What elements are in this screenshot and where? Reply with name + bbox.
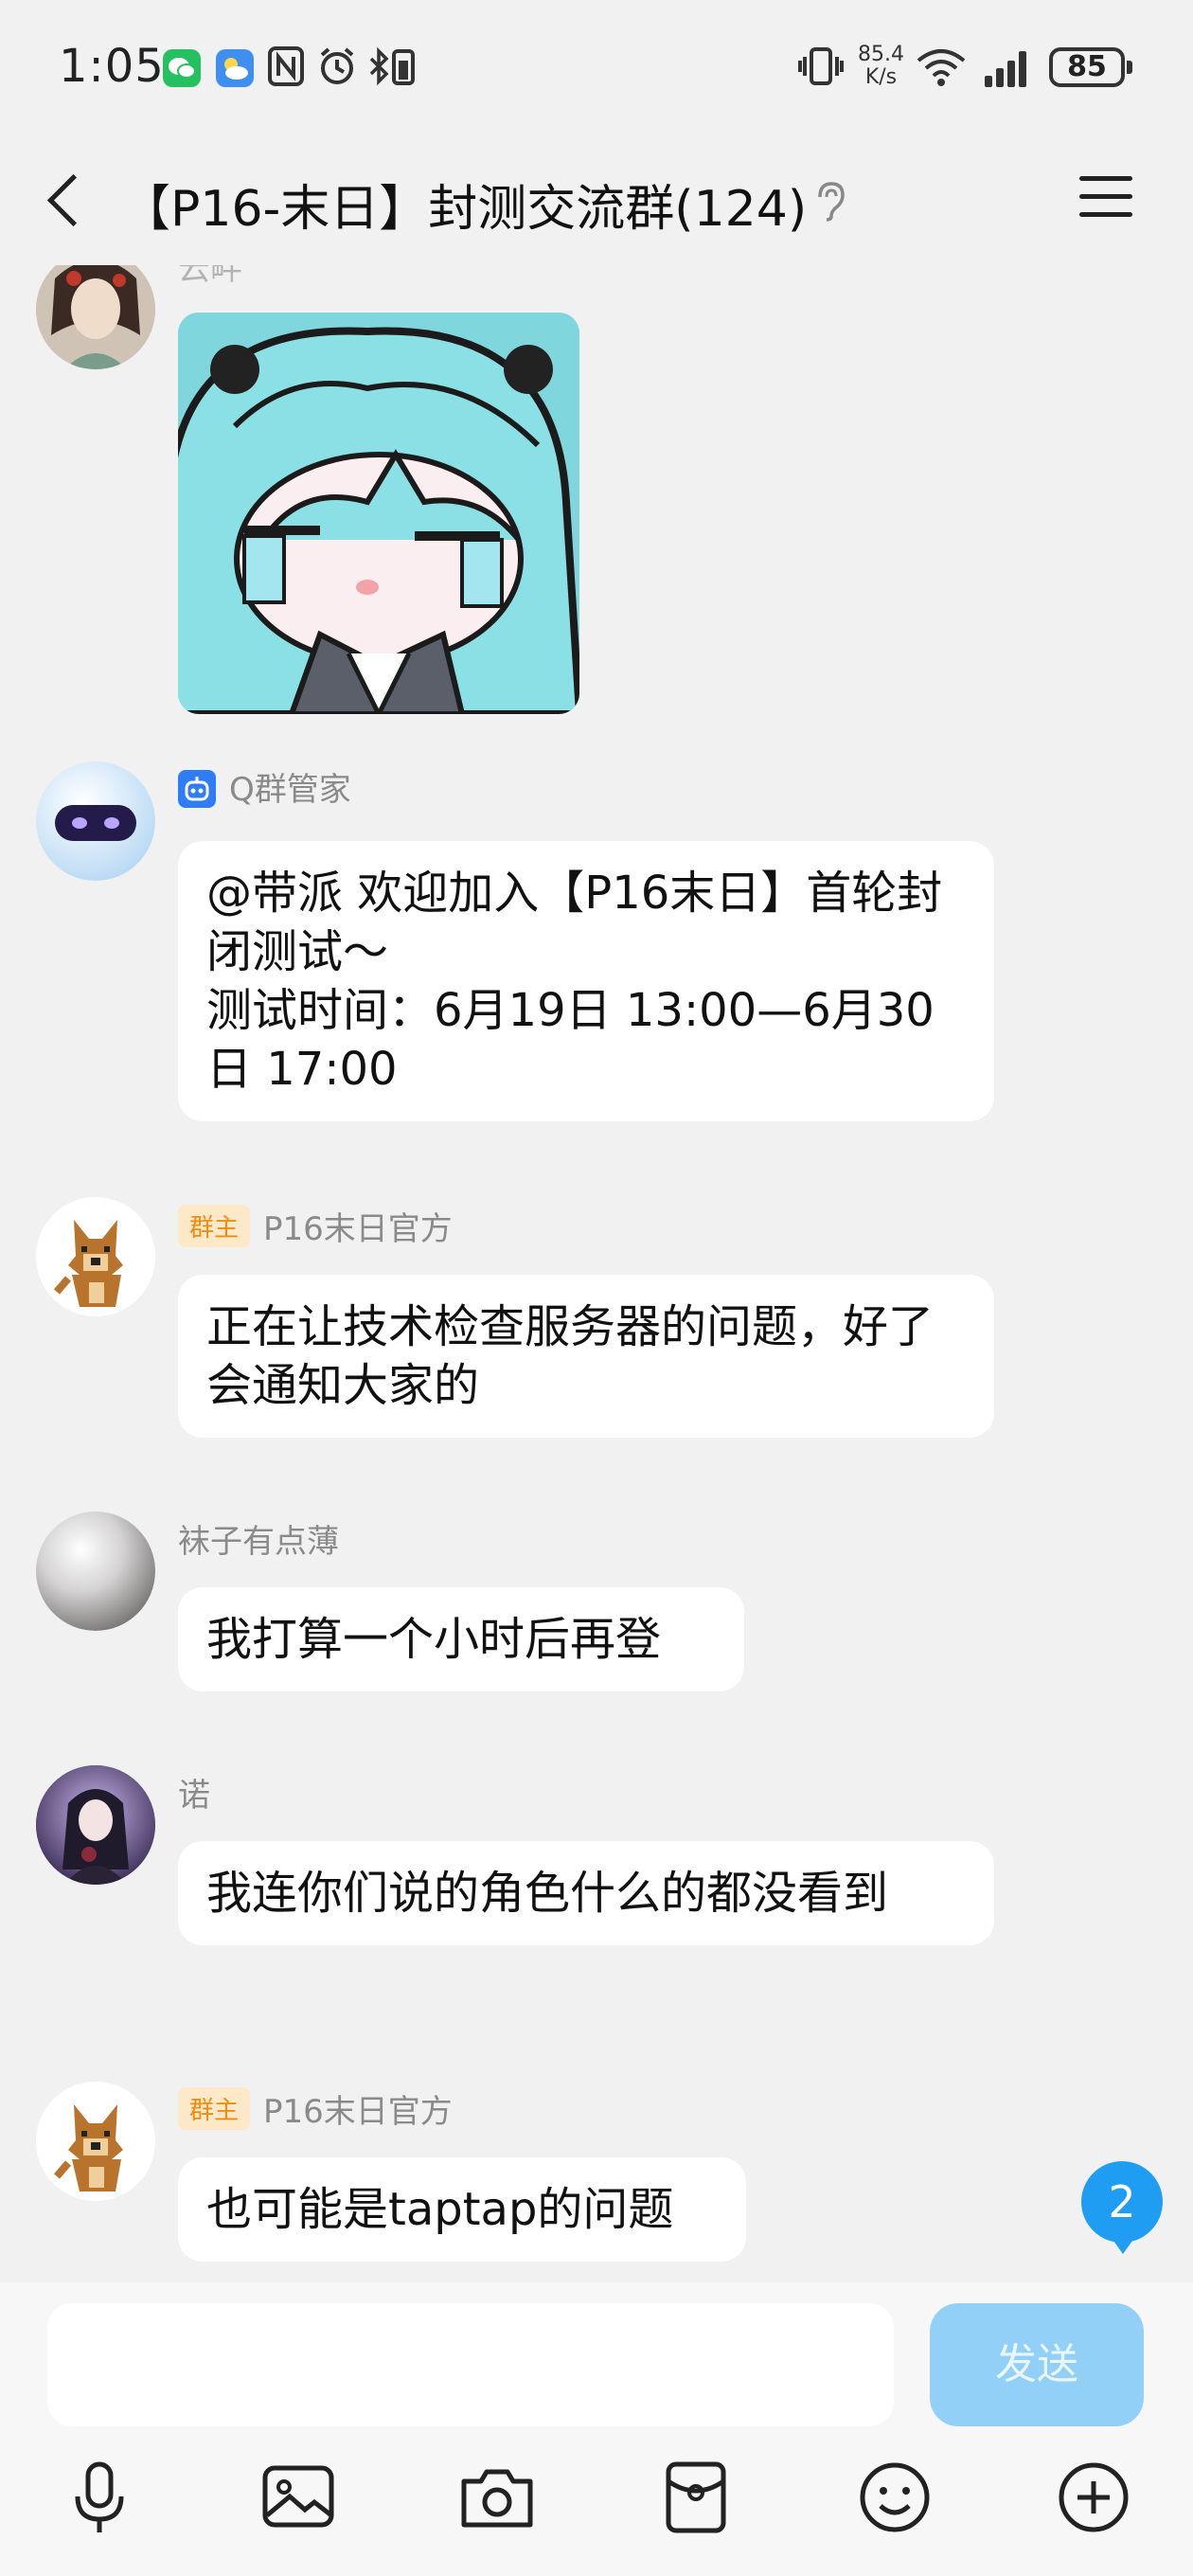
bluetooth-battery-icon — [367, 45, 424, 98]
wechat-notification-icon — [163, 49, 201, 87]
battery-indicator: 85 — [1049, 47, 1132, 87]
sender-name: 云畔 — [178, 265, 242, 288]
composer: 发送 — [0, 2282, 1193, 2576]
sticker-image[interactable] — [178, 313, 579, 714]
message-bubble[interactable]: 也可能是taptap的问题 — [178, 2157, 746, 2262]
sender-name: Q群管家 — [229, 771, 351, 809]
signal-icon — [985, 49, 1034, 87]
ear-mode-icon — [814, 180, 846, 222]
sender-line: 群主 P16末日官方 — [178, 1203, 453, 1249]
avatar[interactable] — [36, 2082, 155, 2201]
vibrate-icon — [797, 45, 845, 98]
message-bubble[interactable]: @带派 欢迎加入【P16末日】首轮封闭测试～ 测试时间：6月19日 13:00—… — [178, 841, 994, 1121]
sender-name: P16末日官方 — [263, 1210, 453, 1248]
owner-tag: 群主 — [178, 1205, 251, 1247]
weather-notification-icon — [216, 49, 254, 87]
microphone-icon[interactable] — [57, 2455, 142, 2540]
camera-icon[interactable] — [454, 2455, 540, 2540]
plus-icon[interactable] — [1051, 2455, 1136, 2540]
group-title[interactable]: 【P16-末日】封测交流群(124) — [121, 169, 807, 240]
avatar[interactable] — [36, 1765, 155, 1885]
sender-name: 袜子有点薄 — [178, 1523, 339, 1561]
status-time: 1:05 — [59, 40, 165, 93]
message-list[interactable]: 云畔 Q群管家 @带派 欢迎加入【P16末日】首轮封闭测试～ 测试时间：6月19… — [0, 265, 1193, 2282]
send-button[interactable]: 发送 — [930, 2303, 1144, 2426]
robot-icon — [178, 770, 216, 808]
avatar[interactable] — [36, 1512, 155, 1631]
network-speed: 85.4 K/s — [858, 44, 904, 89]
owner-tag: 群主 — [178, 2087, 251, 2130]
red-packet-icon[interactable] — [653, 2455, 739, 2540]
emoji-icon[interactable] — [852, 2455, 937, 2540]
chat-header: 【P16-末日】封测交流群(124) — [0, 133, 1193, 265]
image-icon[interactable] — [256, 2455, 341, 2540]
avatar[interactable] — [36, 265, 155, 369]
back-button[interactable] — [38, 161, 95, 237]
message-bubble[interactable]: 正在让技术检查服务器的问题，好了会通知大家的 — [178, 1275, 994, 1438]
alarm-icon — [316, 45, 358, 98]
avatar[interactable] — [36, 761, 155, 881]
network-speed-unit: K/s — [864, 65, 898, 89]
sender-name: 诺 — [178, 1777, 210, 1815]
wifi-icon — [915, 45, 968, 98]
network-speed-value: 85.4 — [858, 43, 904, 66]
message-bubble[interactable]: 我打算一个小时后再登 — [178, 1587, 744, 1691]
avatar[interactable] — [36, 1197, 155, 1316]
sender-line: Q群管家 — [178, 763, 351, 810]
sender-name: P16末日官方 — [263, 2093, 453, 2131]
unread-count-badge[interactable]: 2 — [1081, 2161, 1163, 2254]
status-bar: 1:05 85.4 K/s 85 — [0, 0, 1193, 133]
menu-button[interactable] — [1077, 169, 1134, 225]
message-bubble[interactable]: 我连你们说的角色什么的都没看到 — [178, 1841, 994, 1945]
sender-line: 群主 P16末日官方 — [178, 2085, 453, 2132]
message-input[interactable] — [47, 2303, 894, 2426]
nfc-icon — [267, 45, 305, 98]
